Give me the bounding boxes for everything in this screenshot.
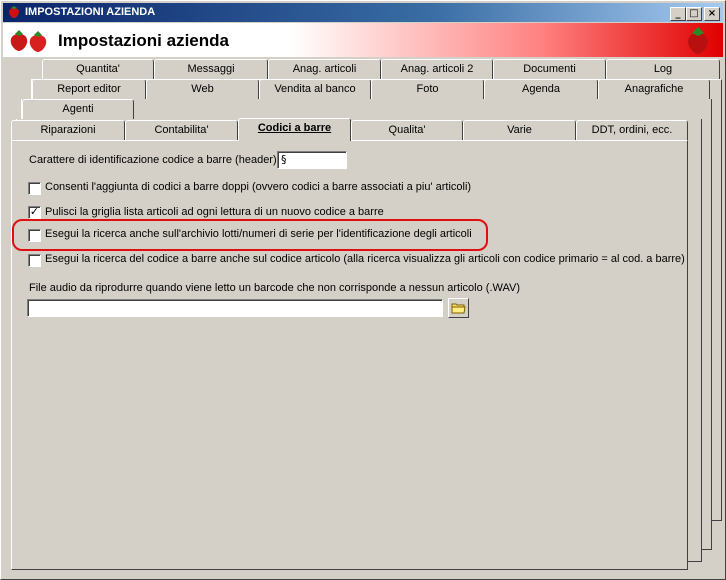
audio-file-label: File audio da riprodurre quando viene le… bbox=[29, 282, 521, 294]
tab-contabilita[interactable]: Contabilita' bbox=[125, 120, 238, 140]
header-banner: Impostazioni azienda bbox=[3, 23, 723, 57]
highlight-annotation bbox=[12, 219, 488, 251]
tab-agenda[interactable]: Agenda bbox=[484, 79, 598, 99]
tab-vendita-al-banco[interactable]: Vendita al banco bbox=[259, 79, 371, 99]
tab-qualita[interactable]: Qualita' bbox=[351, 120, 463, 140]
browse-folder-button[interactable] bbox=[448, 298, 469, 318]
tab-codici-a-barre[interactable]: Codici a barre bbox=[238, 118, 351, 141]
tab-documenti[interactable]: Documenti bbox=[493, 59, 606, 79]
checkbox-barcode-doppi[interactable] bbox=[28, 182, 41, 195]
tab-report-editor[interactable]: Report editor bbox=[32, 79, 146, 99]
checkbox-ricerca-codice-articolo[interactable] bbox=[28, 254, 41, 267]
tab-riparazioni[interactable]: Riparazioni bbox=[11, 120, 125, 140]
close-button[interactable]: × bbox=[704, 7, 720, 21]
tab-web[interactable]: Web bbox=[146, 79, 259, 99]
main-window: IMPOSTAZIONI AZIENDA _ □ × Impostazioni … bbox=[0, 0, 726, 580]
tab-anag-articoli[interactable]: Anag. articoli bbox=[268, 59, 381, 79]
tab-anagrafiche[interactable]: Anagrafiche bbox=[598, 79, 710, 99]
tab-anag-articoli-2[interactable]: Anag. articoli 2 bbox=[381, 59, 493, 79]
checkbox-pulisci-griglia[interactable]: ✓ bbox=[28, 206, 41, 219]
option-label-ricerca-codice-articolo: Esegui la ricerca del codice a barre anc… bbox=[45, 253, 685, 265]
strawberries-logo-icon bbox=[10, 30, 47, 52]
tab-varie[interactable]: Varie bbox=[463, 120, 576, 140]
option-label-pulisci-griglia: Pulisci la griglia lista articoli ad ogn… bbox=[45, 206, 384, 218]
tab-messaggi[interactable]: Messaggi bbox=[154, 59, 268, 79]
option-label-barcode-doppi: Consenti l'aggiunta di codici a barre do… bbox=[45, 181, 472, 193]
strawberry-logo-icon bbox=[688, 27, 708, 54]
tab-agenti[interactable]: Agenti bbox=[22, 99, 134, 119]
header-char-label: Carattere di identificazione codice a ba… bbox=[29, 154, 283, 166]
minimize-button[interactable]: _ bbox=[670, 7, 686, 21]
tab-log[interactable]: Log bbox=[606, 59, 720, 79]
page-title: Impostazioni azienda bbox=[58, 31, 229, 50]
codici-a-barre-page bbox=[11, 140, 688, 570]
folder-icon bbox=[451, 303, 466, 314]
header-char-input[interactable]: § bbox=[277, 151, 347, 169]
tab-quantita[interactable]: Quantita' bbox=[42, 59, 154, 79]
maximize-button[interactable]: □ bbox=[686, 7, 702, 21]
window-title: IMPOSTAZIONI AZIENDA bbox=[25, 6, 156, 18]
title-bar: IMPOSTAZIONI AZIENDA _ □ × bbox=[3, 3, 723, 22]
tab-foto[interactable]: Foto bbox=[371, 79, 484, 99]
strawberry-icon bbox=[9, 6, 19, 18]
audio-file-input[interactable] bbox=[27, 299, 443, 317]
check-icon: ✓ bbox=[29, 205, 40, 218]
tab-ddt-ordini[interactable]: DDT, ordini, ecc. bbox=[576, 120, 688, 140]
